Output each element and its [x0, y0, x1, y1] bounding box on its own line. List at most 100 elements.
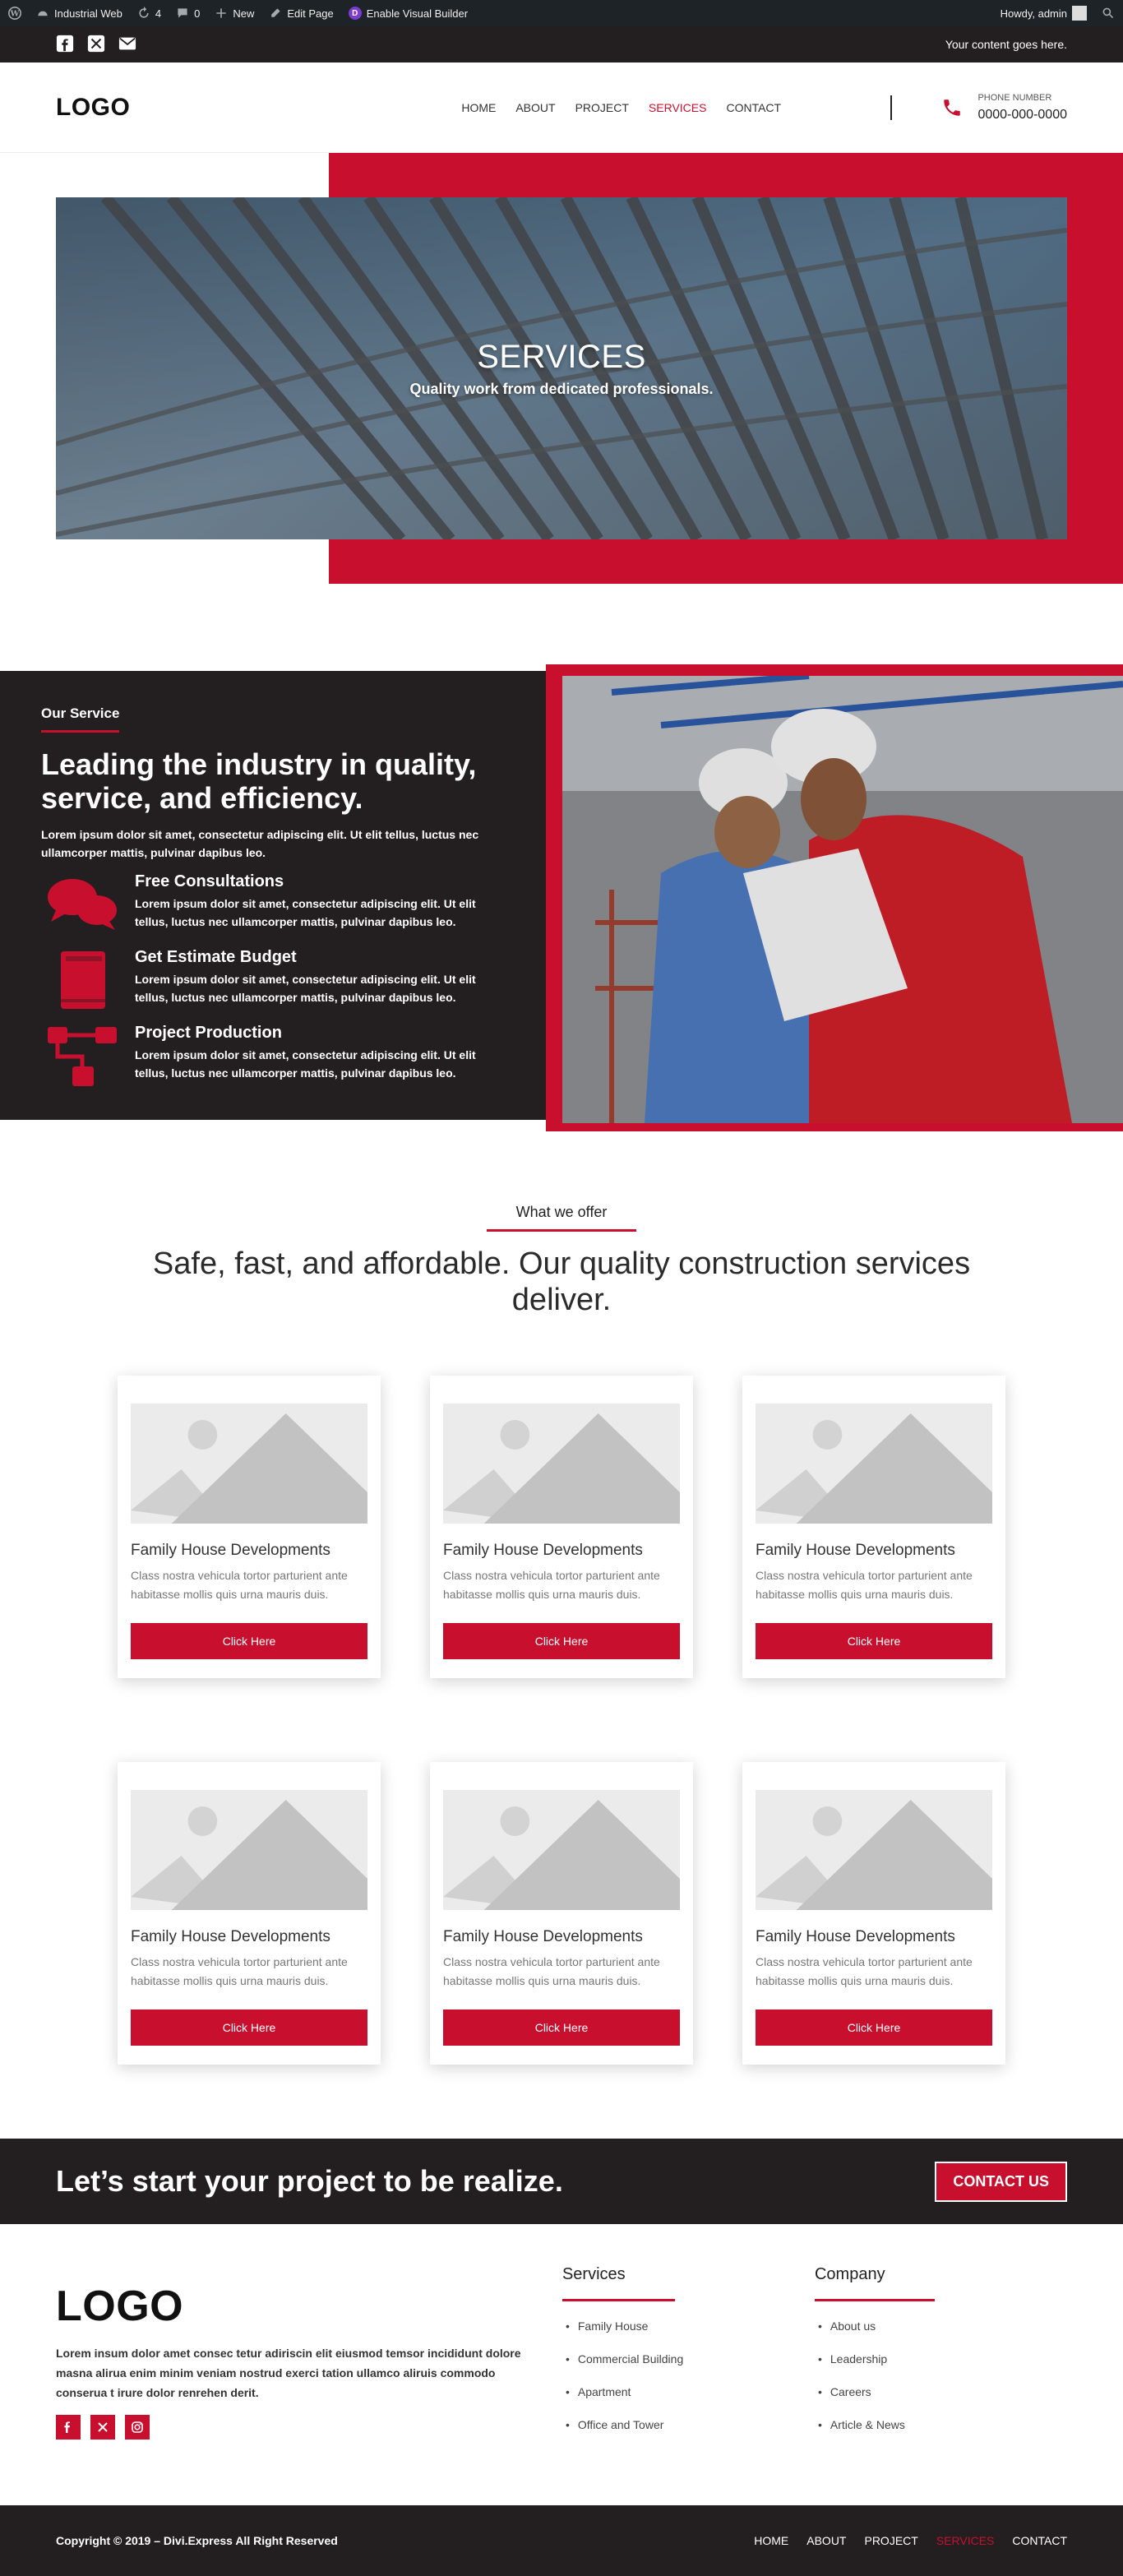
- footer-nav-services[interactable]: SERVICES: [936, 2534, 995, 2547]
- card-text: Class nostra vehicula tortor parturient …: [756, 1955, 973, 1988]
- chat-bubbles-icon: [48, 878, 117, 930]
- cta-title: Let’s start your project to be realize.: [56, 2164, 563, 2199]
- footer-link[interactable]: Leadership: [815, 2352, 1067, 2366]
- footer-company-column: Company About us Leadership Careers Arti…: [814, 2265, 1067, 2505]
- service-card: Family House Developments Class nostra v…: [118, 1762, 381, 2065]
- footer-nav-contact[interactable]: CONTACT: [1012, 2534, 1067, 2547]
- nav-about[interactable]: ABOUT: [515, 101, 555, 114]
- footer-services-column: Services Family House Commercial Buildin…: [562, 2265, 815, 2505]
- footer-nav-about[interactable]: ABOUT: [806, 2534, 846, 2547]
- service-title: Leading the industry in quality, service…: [41, 747, 477, 816]
- service-eyebrow: Our Service: [41, 705, 120, 733]
- phone-icon: [944, 99, 961, 116]
- card-title: Family House Developments: [131, 1542, 330, 1560]
- admin-new-link[interactable]: New: [215, 7, 254, 20]
- service-lead: Lorem ipsum dolor sit amet, consectetur …: [41, 827, 479, 860]
- x-twitter-icon[interactable]: [90, 2414, 115, 2440]
- card-button[interactable]: Click Here: [131, 2009, 367, 2046]
- cta-banner: Let’s start your project to be realize. …: [0, 2139, 1123, 2225]
- hero-title: SERVICES: [477, 339, 646, 375]
- wp-admin-bar: W Industrial Web 4 0 New Edit Page D Ena…: [0, 0, 1123, 26]
- nav-project[interactable]: PROJECT: [575, 101, 629, 114]
- hero-banner: SERVICES Quality work from dedicated pro…: [56, 197, 1067, 539]
- admin-comments-link[interactable]: 0: [176, 7, 200, 20]
- hero-subtitle: Quality work from dedicated professional…: [409, 381, 714, 397]
- card-button[interactable]: Click Here: [131, 1622, 367, 1659]
- card-title: Family House Developments: [443, 1542, 643, 1560]
- search-icon[interactable]: [1102, 7, 1115, 20]
- facebook-icon[interactable]: [56, 35, 74, 55]
- header-divider: [890, 95, 893, 120]
- service-card: Family House Developments Class nostra v…: [742, 1762, 1005, 2065]
- book-icon: [61, 950, 105, 1009]
- admin-account-link[interactable]: Howdy, admin: [1001, 6, 1087, 21]
- instagram-icon[interactable]: [125, 2414, 150, 2440]
- image-placeholder-icon: [131, 1790, 367, 1911]
- image-placeholder-icon: [756, 1790, 992, 1911]
- top-bar-message: Your content goes here.: [945, 38, 1067, 51]
- card-button[interactable]: Click Here: [443, 2009, 680, 2046]
- service-text-panel: Our Service Leading the industry in qual…: [0, 671, 546, 1120]
- footer-nav: HOME ABOUT PROJECT SERVICES CONTACT: [754, 2534, 1067, 2547]
- service-cards-grid: Family House Developments Class nostra v…: [56, 1376, 1067, 2065]
- phone-number[interactable]: 0000-000-0000: [977, 108, 1067, 123]
- feature-item: Project Production Lorem ipsum dolor sit…: [41, 1024, 505, 1089]
- card-text: Class nostra vehicula tortor parturient …: [443, 1569, 660, 1602]
- image-placeholder-icon: [443, 1790, 680, 1911]
- admin-site-link[interactable]: Industrial Web: [36, 7, 122, 20]
- admin-updates-link[interactable]: 4: [137, 7, 161, 20]
- offer-title: Safe, fast, and affordable. Our quality …: [152, 1246, 971, 1317]
- our-service-section: Our Service Leading the industry in qual…: [0, 664, 1123, 1131]
- nav-home[interactable]: HOME: [461, 101, 496, 114]
- sitemap-icon: [48, 1026, 117, 1086]
- card-button[interactable]: Click Here: [756, 2009, 992, 2046]
- footer-link[interactable]: About us: [815, 2319, 1067, 2333]
- service-card: Family House Developments Class nostra v…: [430, 1376, 693, 1679]
- copyright: Copyright © 2019 – Divi.Express All Righ…: [56, 2534, 338, 2548]
- offer-eyebrow: What we offer: [486, 1204, 637, 1232]
- site-header: LOGO HOME ABOUT PROJECT SERVICES CONTACT…: [0, 62, 1123, 153]
- email-icon[interactable]: [118, 35, 136, 55]
- card-text: Class nostra vehicula tortor parturient …: [131, 1569, 348, 1602]
- divi-icon: D: [348, 7, 362, 20]
- footer-link[interactable]: Commercial Building: [562, 2352, 815, 2366]
- feature-text: Lorem ipsum dolor sit amet, consectetur …: [135, 1048, 476, 1080]
- pencil-icon: [271, 8, 280, 17]
- footer-link[interactable]: Careers: [815, 2385, 1067, 2398]
- facebook-icon[interactable]: [56, 2414, 81, 2440]
- wordpress-logo-icon[interactable]: W: [8, 7, 21, 20]
- feature-item: Get Estimate Budget Lorem ipsum dolor si…: [41, 948, 505, 1014]
- refresh-icon: [139, 7, 149, 18]
- feature-title: Get Estimate Budget: [135, 947, 297, 966]
- footer-services-title: Services: [562, 2265, 675, 2302]
- admin-visual-builder-link[interactable]: D Enable Visual Builder: [348, 7, 468, 20]
- feature-title: Project Production: [135, 1023, 282, 1042]
- feature-text: Lorem ipsum dolor sit amet, consectetur …: [135, 896, 476, 928]
- nav-contact[interactable]: CONTACT: [726, 101, 781, 114]
- x-twitter-icon[interactable]: [87, 35, 105, 55]
- service-card: Family House Developments Class nostra v…: [742, 1376, 1005, 1679]
- site-footer: LOGO Lorem insum dolor amet consec tetur…: [0, 2224, 1123, 2505]
- footer-nav-home[interactable]: HOME: [754, 2534, 788, 2547]
- card-title: Family House Developments: [756, 1928, 955, 1946]
- card-button[interactable]: Click Here: [756, 1622, 992, 1659]
- footer-link[interactable]: Family House: [562, 2319, 815, 2333]
- service-card: Family House Developments Class nostra v…: [118, 1376, 381, 1679]
- footer-nav-project[interactable]: PROJECT: [864, 2534, 917, 2547]
- admin-edit-page-link[interactable]: Edit Page: [269, 7, 334, 20]
- site-logo[interactable]: LOGO: [56, 94, 401, 122]
- card-text: Class nostra vehicula tortor parturient …: [756, 1569, 973, 1602]
- comment-icon: [178, 8, 187, 18]
- feature-item: Free Consultations Lorem ipsum dolor sit…: [41, 872, 505, 938]
- contact-us-button[interactable]: CONTACT US: [935, 2161, 1067, 2202]
- footer-link[interactable]: Article & News: [815, 2418, 1067, 2431]
- card-button[interactable]: Click Here: [443, 1622, 680, 1659]
- dashboard-icon: [38, 11, 48, 16]
- footer-description: Lorem insum dolor amet consec tetur adir…: [56, 2347, 521, 2399]
- footer-link[interactable]: Apartment: [562, 2385, 815, 2398]
- footer-link[interactable]: Office and Tower: [562, 2418, 815, 2431]
- footer-logo[interactable]: LOGO: [56, 2282, 562, 2331]
- workers-photo: [562, 676, 1123, 1123]
- nav-services[interactable]: SERVICES: [649, 101, 707, 114]
- card-title: Family House Developments: [443, 1928, 643, 1946]
